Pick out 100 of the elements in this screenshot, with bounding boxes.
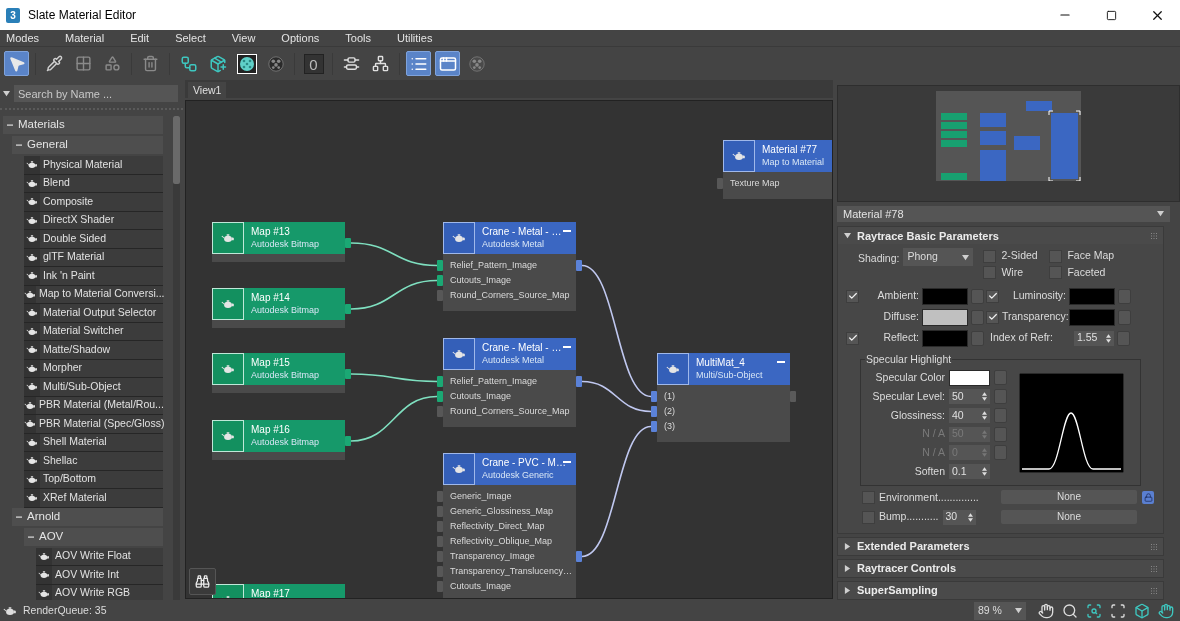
output-port[interactable] — [345, 238, 351, 248]
node-header[interactable]: MultiMat_4 Multi/Sub-Object — [657, 353, 790, 385]
material-list-item[interactable]: Ink 'n Paint — [24, 267, 163, 286]
spinner-field[interactable]: 50 — [949, 389, 990, 405]
cube-icon[interactable] — [1134, 602, 1150, 619]
binoculars-button[interactable] — [189, 568, 216, 595]
category-header[interactable]: Arnold — [12, 507, 163, 526]
input-port[interactable] — [651, 391, 657, 402]
input-port[interactable] — [437, 566, 443, 577]
material-list-item[interactable]: AOV Write Float — [36, 547, 163, 566]
material-name-dropdown[interactable]: Material #78 — [837, 205, 1170, 223]
input-port[interactable] — [651, 421, 657, 432]
input-port[interactable] — [437, 491, 443, 502]
toolbar-button[interactable]: 0 — [301, 51, 326, 76]
node-header[interactable]: Map #15 Autodesk Bitmap — [212, 353, 345, 385]
menu-item[interactable]: Material — [59, 29, 111, 47]
material-list-item[interactable]: Matte/Shadow — [24, 341, 163, 360]
input-port[interactable] — [437, 506, 443, 517]
input-port[interactable] — [437, 581, 443, 592]
search-icon[interactable] — [1062, 602, 1078, 619]
input-port[interactable] — [437, 275, 443, 286]
color-swatch[interactable] — [949, 369, 990, 386]
input-port[interactable] — [437, 521, 443, 532]
zoom-region-icon[interactable] — [1086, 602, 1102, 619]
color-swatch[interactable] — [922, 308, 968, 326]
map-button[interactable]: None — [1001, 490, 1137, 505]
output-port[interactable] — [576, 551, 582, 562]
search-field[interactable]: Search by Name ... — [14, 85, 178, 102]
color-swatch[interactable] — [1069, 287, 1115, 305]
view-tab[interactable]: View1 — [188, 82, 227, 98]
node-header[interactable]: Material #77 Map to Material — [723, 140, 832, 172]
input-port[interactable] — [437, 260, 443, 271]
spinner-field[interactable]: 0.1 — [949, 464, 990, 480]
scrollbar[interactable] — [173, 116, 180, 600]
menu-item[interactable]: View — [225, 29, 262, 47]
checkbox[interactable] — [846, 289, 859, 303]
hand-icon[interactable] — [1158, 602, 1174, 619]
node-header[interactable]: Map #14 Autodesk Bitmap — [212, 288, 345, 320]
node-canvas[interactable] — [185, 100, 833, 599]
zoom-dropdown[interactable]: 89 % — [974, 601, 1026, 620]
node-header[interactable]: Crane - PVC - M… Autodesk Generic — [443, 453, 576, 485]
teapot-icon — [666, 364, 680, 374]
input-port[interactable] — [651, 406, 657, 417]
color-swatch[interactable] — [1069, 308, 1115, 326]
menu-item[interactable]: Utilities — [390, 29, 439, 47]
output-port[interactable] — [576, 376, 582, 387]
input-port[interactable] — [437, 391, 443, 402]
input-port[interactable] — [437, 406, 443, 417]
node-header[interactable]: Crane - Metal - … Autodesk Metal — [443, 222, 576, 254]
output-port[interactable] — [345, 304, 351, 314]
lock-button[interactable] — [1142, 490, 1154, 504]
material-list-item[interactable]: AOV Write Int — [36, 566, 163, 585]
frame-icon[interactable] — [1110, 602, 1126, 619]
input-port[interactable] — [437, 536, 443, 547]
menu-item[interactable]: Edit — [124, 29, 156, 47]
pan-icon[interactable] — [1038, 602, 1054, 619]
material-list-item[interactable]: Material Output Selector — [24, 304, 163, 323]
output-port[interactable] — [790, 391, 796, 402]
node-title: Map #14 — [251, 291, 291, 304]
node-header[interactable]: Crane - Metal - … Autodesk Metal — [443, 338, 576, 370]
output-port[interactable] — [576, 260, 582, 271]
minus-icon[interactable] — [563, 230, 571, 232]
minus-icon[interactable] — [563, 461, 571, 463]
material-list-item[interactable]: Double Sided — [24, 230, 163, 249]
checkbox[interactable] — [846, 331, 859, 345]
category-header[interactable]: General — [12, 136, 163, 154]
menu-item[interactable]: Options — [275, 29, 326, 47]
toolbar-button[interactable] — [234, 51, 259, 76]
color-swatch[interactable] — [922, 329, 968, 347]
input-port[interactable] — [437, 551, 443, 562]
minus-icon[interactable] — [563, 346, 571, 348]
shading-dropdown[interactable]: Phong — [903, 248, 974, 267]
category-header[interactable]: Materials — [3, 116, 163, 134]
input-port[interactable] — [437, 290, 443, 301]
node-header[interactable]: Map #13 Autodesk Bitmap — [212, 222, 345, 254]
spinner-field[interactable]: 1.55 — [1074, 330, 1114, 346]
material-list-item[interactable]: XRef Material — [24, 489, 163, 508]
material-list-item[interactable]: Physical Material — [24, 156, 163, 175]
output-port[interactable] — [345, 436, 351, 446]
material-list-item[interactable]: Composite — [24, 193, 163, 212]
input-port[interactable] — [437, 376, 443, 387]
input-port[interactable] — [717, 178, 723, 189]
menu-item[interactable]: Tools — [339, 29, 377, 47]
category-header[interactable]: AOV — [24, 527, 163, 546]
menu-item[interactable]: Select — [169, 29, 212, 47]
material-list-item[interactable]: PBR Material (Spec/Gloss) — [24, 415, 163, 434]
map-button[interactable]: None — [1001, 510, 1137, 525]
spinner-field[interactable]: 30 — [942, 509, 976, 525]
node-header[interactable]: Map #16 Autodesk Bitmap — [212, 420, 345, 452]
checkbox[interactable] — [986, 310, 999, 324]
menu-item[interactable]: Modes — [0, 29, 46, 47]
navigator-panel[interactable] — [837, 85, 1180, 202]
minus-icon[interactable] — [777, 361, 785, 363]
spinner-field[interactable]: 40 — [949, 407, 990, 423]
checkbox[interactable] — [986, 289, 999, 303]
color-swatch[interactable] — [922, 287, 968, 305]
output-port[interactable] — [345, 369, 351, 379]
material-list-item[interactable]: Multi/Sub-Object — [24, 378, 163, 397]
teapot-icon — [24, 289, 36, 299]
material-list-item[interactable]: Shellac — [24, 452, 163, 471]
